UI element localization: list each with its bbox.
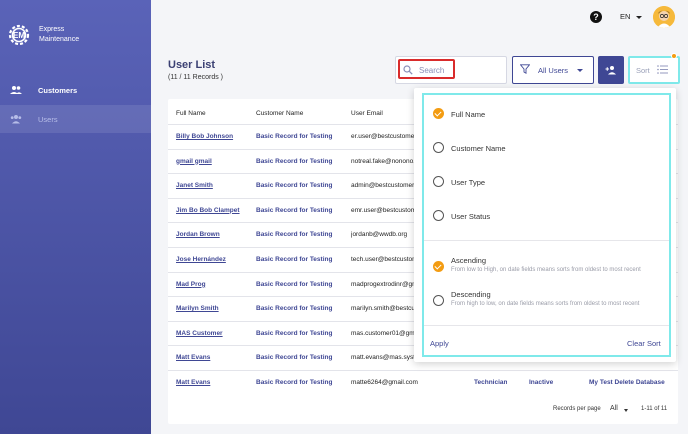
customer-name-cell: Basic Record for Testing xyxy=(256,329,333,337)
chevron-down-icon[interactable] xyxy=(624,409,628,412)
search-icon xyxy=(403,65,413,75)
customer-name-cell: Basic Record for Testing xyxy=(256,379,333,386)
column-header-user-email[interactable]: User Email xyxy=(351,110,383,117)
user-name-link[interactable]: Matt Evans xyxy=(176,379,251,386)
avatar-image xyxy=(653,6,675,28)
user-email-cell: emr.user@bestcustomer.com xyxy=(351,206,419,214)
svg-text:EM: EM xyxy=(13,31,25,40)
user-name-link[interactable]: Jose Hernández xyxy=(176,256,251,263)
row-divider xyxy=(168,370,678,371)
customer-name-cell: Basic Record for Testing xyxy=(256,157,333,165)
sort-order-description: From low to High, on date fields means s… xyxy=(451,267,641,273)
user-email-cell: er.user@bestcustomer.com xyxy=(351,133,419,140)
divider xyxy=(424,325,669,326)
customer-name-cell: Basic Record for Testing xyxy=(256,305,333,313)
sidebar-item-users[interactable]: Users xyxy=(0,105,151,133)
filter-label: All Users xyxy=(538,66,569,75)
help-icon[interactable]: ? xyxy=(590,11,602,23)
sort-dropdown-highlight xyxy=(422,93,671,357)
user-name-link[interactable]: Marilyn Smith xyxy=(176,305,251,312)
add-user-icon xyxy=(605,66,616,75)
add-user-button[interactable] xyxy=(598,56,624,84)
user-email-cell: marilyn.smith@bestcustomer.com xyxy=(351,305,419,313)
sort-active-badge xyxy=(671,53,677,59)
customer-name-cell: Basic Record for Testing xyxy=(256,280,333,288)
column-header-full-name[interactable]: Full Name xyxy=(176,110,206,117)
brand-line2: Maintenance xyxy=(39,36,80,43)
sort-order-label[interactable]: Descending xyxy=(451,290,491,299)
sidebar: EM Express Maintenance Customers Users xyxy=(0,0,151,434)
column-header-customer-name[interactable]: Customer Name xyxy=(256,110,303,117)
page-range: 1-11 of 11 xyxy=(641,406,668,412)
sort-field-radio[interactable] xyxy=(433,142,444,153)
user-name-link[interactable]: Matt Evans xyxy=(176,354,251,361)
customer-name-cell: Basic Record for Testing xyxy=(256,231,333,239)
chevron-down-icon xyxy=(577,69,583,72)
user-email-cell: tech.user@bestcustomer.com xyxy=(351,256,419,263)
chevron-down-icon[interactable] xyxy=(636,16,642,19)
records-per-page-label: Records per page xyxy=(553,406,601,412)
user-email-cell: notreal.fake@nonono.com xyxy=(351,157,419,165)
sort-field-label[interactable]: User Status xyxy=(451,212,490,221)
user-email-cell: matt.evans@mas.systems xyxy=(351,354,419,362)
customer-name-cell: Basic Record for Testing xyxy=(256,256,333,263)
sort-field-radio[interactable] xyxy=(433,108,444,119)
sort-order-description: From high to low, on date fields means s… xyxy=(451,301,640,307)
user-name-link[interactable]: MAS Customer xyxy=(176,330,251,337)
sort-field-label[interactable]: Full Name xyxy=(451,110,485,119)
user-status-cell: Inactive xyxy=(529,379,554,386)
brand-line1: Express xyxy=(39,26,65,33)
sort-order-radio[interactable] xyxy=(433,261,444,272)
page-title: User List xyxy=(168,59,216,71)
records-per-page-select[interactable]: All xyxy=(610,405,618,412)
user-name-link[interactable]: Jim Bo Bob Clampet xyxy=(176,207,251,214)
sidebar-item-label: Users xyxy=(38,114,58,124)
customer-name-cell: Basic Record for Testing xyxy=(256,354,333,362)
user-name-link[interactable]: Jordan Brown xyxy=(176,231,251,238)
user-email-cell: madprogextrodinr@gmail.com xyxy=(351,280,419,288)
user-email-cell: jordanb@wwdb.org xyxy=(351,231,408,239)
brand-name: Express Maintenance xyxy=(39,25,79,45)
sort-field-radio[interactable] xyxy=(433,176,444,187)
sort-field-label[interactable]: Customer Name xyxy=(451,144,506,153)
customer-name-cell: Basic Record for Testing xyxy=(256,133,333,140)
user-name-link[interactable]: Mad Prog xyxy=(176,281,251,288)
user-type-cell: Technician xyxy=(474,379,508,386)
user-name-link[interactable]: gmail gmail xyxy=(176,158,251,165)
sort-order-label[interactable]: Ascending xyxy=(451,256,486,265)
divider xyxy=(424,240,669,241)
sort-field-radio[interactable] xyxy=(433,210,444,221)
sort-label: Sort xyxy=(636,66,650,75)
avatar[interactable] xyxy=(653,6,675,28)
sort-list-icon xyxy=(657,65,668,74)
search-placeholder: Search xyxy=(419,66,445,75)
user-email-cell: matte6264@gmail.com xyxy=(351,379,418,386)
users-icon xyxy=(10,115,22,124)
apply-button[interactable]: Apply xyxy=(430,339,449,348)
customer-name-cell: Basic Record for Testing xyxy=(256,206,333,214)
customer-name-cell: Basic Record for Testing xyxy=(256,182,333,190)
clear-sort-button[interactable]: Clear Sort xyxy=(627,339,661,348)
user-email-cell: mas.customer01@gmail.com xyxy=(351,329,419,337)
filter-icon xyxy=(520,64,530,74)
customers-icon xyxy=(10,86,22,94)
gear-logo-icon[interactable]: EM xyxy=(6,22,32,48)
sidebar-item-customers[interactable]: Customers xyxy=(0,76,151,104)
user-name-link[interactable]: Billy Bob Johnson xyxy=(176,133,251,140)
sidebar-item-label: Customers xyxy=(38,85,78,95)
sort-field-label[interactable]: User Type xyxy=(451,178,485,187)
record-count: (11 / 11 Records ) xyxy=(168,74,223,81)
language-select[interactable]: EN xyxy=(620,12,630,21)
user-name-link[interactable]: Janet Smith xyxy=(176,182,251,189)
sort-order-radio[interactable] xyxy=(433,295,444,306)
user-email-cell: admin@bestcustomer.com xyxy=(351,182,419,190)
database-cell: My Test Delete Database xyxy=(589,379,665,386)
